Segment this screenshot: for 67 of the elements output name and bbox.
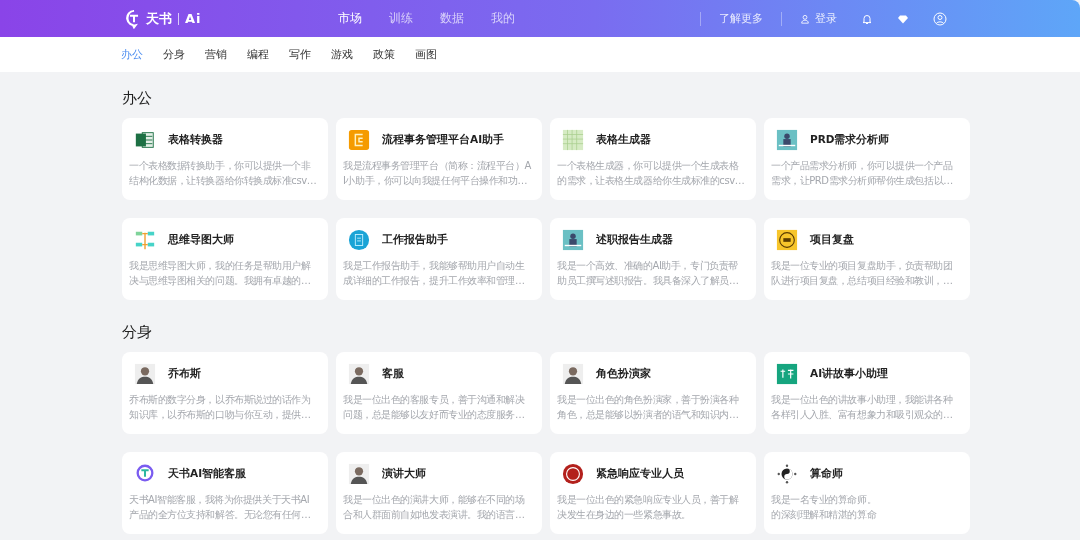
category-tab[interactable]: 分身 — [163, 47, 185, 62]
card-description: 我是一位出色的角色扮演家，善于扮演各种 角色，总是能够以扮演者的语气和知识内… — [557, 393, 739, 422]
card-description: 我是一位出色的客服专员，善于沟通和解决 问题，总是能够以友好而专业的态度服务… — [343, 393, 525, 422]
category-tab[interactable]: 办公 — [121, 47, 143, 62]
card-description: 我是一位出色的演讲大师，能够在不同的场 合和人群面前自如地发表演讲。我的语言… — [343, 493, 525, 522]
card-title: 表格生成器 — [596, 133, 651, 147]
assistant-card[interactable]: 角色扮演家 我是一位出色的角色扮演家，善于扮演各种 角色，总是能够以扮演者的语气和知识内… — [550, 352, 756, 434]
card-title: 算命师 — [810, 467, 843, 481]
person-avatar-icon — [348, 463, 370, 485]
tile-icon — [776, 363, 798, 385]
person-avatar-icon — [134, 363, 156, 385]
logo-icon — [348, 129, 370, 151]
assistant-card[interactable]: 思维导图大师 我是思维导图大师，我的任务是帮助用户解 决与思维导图相关的问题。我拥有卓越的… — [122, 218, 328, 300]
card-title: 天书AI智能客服 — [168, 467, 247, 481]
sos-icon — [562, 463, 584, 485]
card-title: 工作报告助手 — [382, 233, 448, 247]
category-tab[interactable]: 编程 — [247, 47, 269, 62]
card-title: 表格转换器 — [168, 133, 223, 147]
person-icon — [800, 13, 810, 24]
spreadsheet-icon — [134, 129, 156, 151]
card-description: 我是一位专业的项目复盘助手，负责帮助团 队进行项目复盘，总结项目经验和教训，… — [771, 259, 953, 288]
person-avatar-icon — [348, 363, 370, 385]
mindmap-icon — [134, 229, 156, 251]
category-tab[interactable]: 政策 — [373, 47, 395, 62]
card-title: 述职报告生成器 — [596, 233, 673, 247]
section-title: 分身 — [122, 322, 153, 343]
figure-icon — [776, 129, 798, 151]
badge-icon — [776, 229, 798, 251]
card-title: PRD需求分析师 — [810, 133, 890, 147]
assistant-card[interactable]: 工作报告助手 我是工作报告助手，我能够帮助用户自动生 成详细的工作报告，提升工作效率和管理… — [336, 218, 542, 300]
card-title: AI讲故事小助理 — [810, 367, 889, 381]
card-title: 演讲大师 — [382, 467, 426, 481]
yin-yang-icon — [776, 463, 798, 485]
card-description: 我是流程事务管理平台（简称：流程平台）A I小助手，你可以向我提任何平台操作和功… — [343, 159, 531, 188]
assistant-card[interactable]: 项目复盘 我是一位专业的项目复盘助手，负责帮助团 队进行项目复盘，总结项目经验和教训，… — [764, 218, 970, 300]
category-tab[interactable]: 画图 — [415, 47, 437, 62]
card-description: 我是一位出色的讲故事小助理，我能讲各种 各样引人入胜、富有想象力和吸引观众的… — [771, 393, 953, 422]
card-description: 天书AI智能客服，我将为你提供关于天书AI 产品的全方位支持和解答。无论您有任何… — [129, 493, 311, 522]
card-description: 乔布斯的数字分身，以乔布斯说过的话作为 知识库，以乔布斯的口吻与你互动，提供… — [129, 393, 311, 422]
assistant-card[interactable]: AI讲故事小助理 我是一位出色的讲故事小助理，我能讲各种 各样引人入胜、富有想象力和吸引观众的… — [764, 352, 970, 434]
card-title: 客服 — [382, 367, 404, 381]
assistant-card[interactable]: 客服 我是一位出色的客服专员，善于沟通和解决 问题，总是能够以友好而专业的态度服务… — [336, 352, 542, 434]
category-tab[interactable]: 营销 — [205, 47, 227, 62]
bell-icon[interactable] — [861, 12, 873, 25]
section-title: 办公 — [122, 88, 153, 109]
card-title: 流程事务管理平台AI助手 — [382, 133, 505, 147]
brand-name: 天书 — [146, 9, 172, 28]
card-title: 角色扮演家 — [596, 367, 651, 381]
assistant-card[interactable]: 流程事务管理平台AI助手 我是流程事务管理平台（简称：流程平台）A I小助手，你可以向我提任何平台操作和功… — [336, 118, 542, 200]
card-title: 紧急响应专业人员 — [596, 467, 684, 481]
category-tab[interactable]: 写作 — [289, 47, 311, 62]
assistant-card[interactable]: 天书AI智能客服 天书AI智能客服，我将为你提供关于天书AI 产品的全方位支持和解答。无论您有任何… — [122, 452, 328, 534]
card-title: 乔布斯 — [168, 367, 201, 381]
card-description: 我是工作报告助手，我能够帮助用户自动生 成详细的工作报告，提升工作效率和管理… — [343, 259, 525, 288]
assistant-card[interactable]: 演讲大师 我是一位出色的演讲大师，能够在不同的场 合和人群面前自如地发表演讲。我的语言… — [336, 452, 542, 534]
card-title: 思维导图大师 — [168, 233, 234, 247]
user-circle-icon[interactable] — [933, 11, 947, 26]
nav-link[interactable]: 市场 — [338, 10, 362, 27]
card-description: 我是思维导图大师，我的任务是帮助用户解 决与思维导图相关的问题。我拥有卓越的… — [129, 259, 311, 288]
category-tab[interactable]: 游戏 — [331, 47, 353, 62]
grid-icon — [562, 129, 584, 151]
person-avatar-icon — [562, 363, 584, 385]
card-title: 项目复盘 — [810, 233, 854, 247]
assistant-card[interactable]: 乔布斯 乔布斯的数字分身，以乔布斯说过的话作为 知识库，以乔布斯的口吻与你互动，提供… — [122, 352, 328, 434]
brand-suffix: Ai — [185, 11, 202, 26]
figure-icon — [562, 229, 584, 251]
document-icon — [348, 229, 370, 251]
